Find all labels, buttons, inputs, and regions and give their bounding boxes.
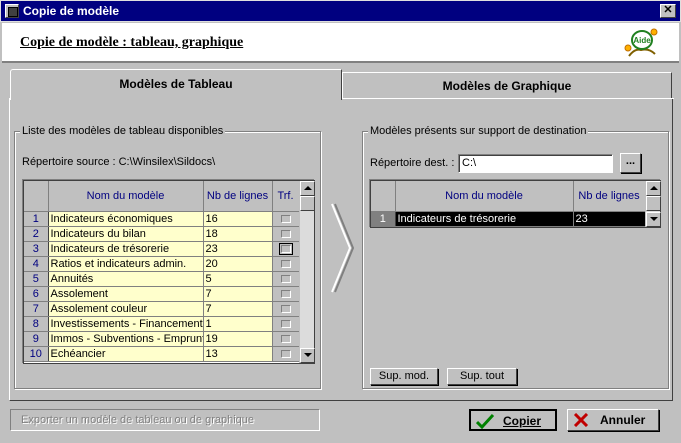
transfer-checkbox[interactable] (280, 304, 291, 313)
model-name-cell[interactable]: Investissements - Financements (48, 316, 204, 332)
model-name-cell[interactable]: Indicateurs de trésorerie (48, 241, 204, 257)
transfer-checkbox[interactable] (280, 229, 291, 238)
model-name-cell[interactable]: Assolement couleur (48, 301, 204, 317)
line-count-cell[interactable]: 16 (203, 211, 273, 227)
row-number: 9 (24, 331, 49, 347)
grid-header-row: Nom du modèle Nb de lignes Trf. (24, 181, 300, 212)
transfer-checkbox[interactable] (278, 242, 293, 255)
table-row[interactable]: 7 Assolement couleur 7 (24, 301, 300, 317)
line-count-cell[interactable]: 7 (203, 301, 273, 317)
col-header-trf[interactable]: Trf. (272, 181, 300, 212)
window-menu-icon[interactable] (5, 4, 19, 18)
model-name-cell[interactable]: Indicateurs du bilan (48, 226, 204, 242)
transfer-checkbox[interactable] (280, 319, 291, 328)
model-name-cell[interactable]: Immos - Subventions - Emprunts (48, 331, 204, 347)
model-name-cell[interactable]: Indicateurs économiques (48, 211, 204, 227)
line-count-cell[interactable]: 1 (203, 316, 273, 332)
scroll-up-icon[interactable] (646, 181, 661, 196)
status-bar: Exporter un modèle de tableau ou de grap… (10, 409, 320, 431)
line-count-cell[interactable]: 19 (203, 331, 273, 347)
table-row[interactable]: 1 Indicateurs économiques 16 (24, 211, 300, 227)
col-header-lines[interactable]: Nb de lignes (203, 181, 273, 212)
check-icon (476, 413, 494, 429)
line-count-cell[interactable]: 20 (203, 256, 273, 272)
scroll-thumb[interactable] (300, 196, 315, 211)
destination-models-grid: Nom du modèle Nb de lignes 1 Indicateurs… (370, 180, 661, 228)
row-number: 4 (24, 256, 49, 272)
scroll-down-icon[interactable] (300, 348, 315, 363)
cancel-x-icon (573, 413, 589, 427)
table-row[interactable]: 2 Indicateurs du bilan 18 (24, 226, 300, 242)
scroll-up-icon[interactable] (300, 181, 315, 196)
col-header-name[interactable]: Nom du modèle (395, 181, 574, 212)
row-number: 6 (24, 286, 49, 302)
transfer-checkbox[interactable] (280, 274, 291, 283)
row-number: 5 (24, 271, 49, 287)
col-header-lines[interactable]: Nb de lignes (573, 181, 646, 212)
table-row[interactable]: 5 Annuités 5 (24, 271, 300, 287)
destination-group-label: Modèles présents sur support de destinat… (368, 125, 589, 137)
table-row[interactable]: 3 Indicateurs de trésorerie 23 (24, 241, 300, 257)
transfer-arrow-icon (331, 203, 355, 293)
transfer-checkbox[interactable] (280, 259, 291, 268)
destination-grid-scrollbar[interactable] (645, 181, 661, 227)
copy-button[interactable]: Copier (469, 409, 557, 431)
model-name-cell[interactable]: Assolement (48, 286, 204, 302)
line-count-cell[interactable]: 23 (573, 211, 646, 227)
line-count-cell[interactable]: 5 (203, 271, 273, 287)
row-number: 2 (24, 226, 49, 242)
row-number: 8 (24, 316, 49, 332)
transfer-checkbox[interactable] (280, 289, 291, 298)
row-number: 1 (371, 211, 396, 227)
model-name-cell[interactable]: Ratios et indicateurs admin. (48, 256, 204, 272)
transfer-checkbox[interactable] (280, 349, 291, 358)
browse-button[interactable]: ... (620, 153, 641, 173)
close-button[interactable]: ✕ (660, 4, 676, 18)
source-models-grid: Nom du modèle Nb de lignes Trf. 1 Indicat… (23, 180, 315, 364)
model-name-cell[interactable]: Echéancier (48, 346, 204, 362)
table-row[interactable]: 9 Immos - Subventions - Emprunts 19 (24, 331, 300, 347)
table-row[interactable]: 6 Assolement 7 (24, 286, 300, 302)
line-count-cell[interactable]: 7 (203, 286, 273, 302)
header-band: Copie de modèle : tableau, graphique Aid… (2, 23, 679, 63)
source-grid-scrollbar[interactable] (299, 181, 315, 363)
row-number: 1 (24, 211, 49, 227)
transfer-checkbox[interactable] (280, 214, 291, 223)
cancel-label: Annuler (600, 413, 646, 427)
col-header-name[interactable]: Nom du modèle (48, 181, 204, 212)
destination-input[interactable]: C:\ (458, 154, 613, 173)
tab-modeles-tableau[interactable]: Modèles de Tableau (10, 69, 342, 100)
destination-label: Répertoire dest. : (370, 157, 455, 169)
row-number: 10 (24, 346, 49, 362)
source-group-label: Liste des modèles de tableau disponibles (20, 125, 226, 137)
source-directory: Répertoire source : C:\Winsilex\Sildocs\ (22, 156, 216, 168)
copy-label: Copier (503, 414, 542, 428)
grid-header-row: Nom du modèle Nb de lignes (371, 181, 646, 212)
tab-modeles-graphique[interactable]: Modèles de Graphique (342, 72, 672, 99)
row-number: 7 (24, 301, 49, 317)
scroll-thumb[interactable] (646, 196, 661, 211)
window-title: Copie de modèle (23, 4, 120, 18)
delete-model-button[interactable]: Sup. mod. (370, 368, 438, 385)
delete-all-button[interactable]: Sup. tout (447, 368, 517, 385)
cancel-button[interactable]: Annuler (567, 409, 659, 431)
help-mascot-icon[interactable]: Aide (621, 26, 661, 60)
transfer-checkbox[interactable] (280, 334, 291, 343)
page-title: Copie de modèle : tableau, graphique (20, 35, 244, 50)
table-row[interactable]: 8 Investissements - Financements 1 (24, 316, 300, 332)
table-row[interactable]: 10 Echéancier 13 (24, 346, 300, 362)
title-bar: Copie de modèle ✕ (0, 0, 681, 22)
model-name-cell[interactable]: Indicateurs de trésorerie (395, 211, 574, 227)
row-number: 3 (24, 241, 49, 257)
line-count-cell[interactable]: 13 (203, 346, 273, 362)
model-name-cell[interactable]: Annuités (48, 271, 204, 287)
table-row[interactable]: 4 Ratios et indicateurs admin. 20 (24, 256, 300, 272)
scroll-down-icon[interactable] (646, 212, 661, 227)
help-logo-text: Aide (633, 36, 651, 45)
line-count-cell[interactable]: 18 (203, 226, 273, 242)
table-row[interactable]: 1 Indicateurs de trésorerie 23 (371, 211, 646, 227)
line-count-cell[interactable]: 23 (203, 241, 273, 257)
